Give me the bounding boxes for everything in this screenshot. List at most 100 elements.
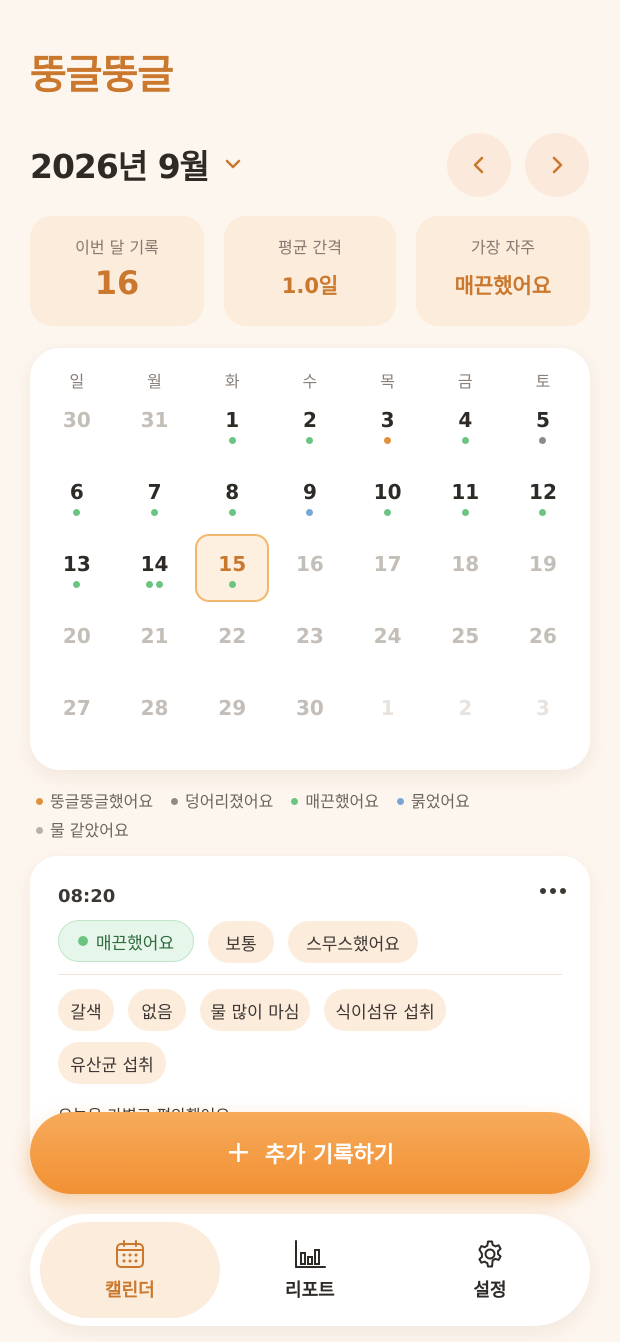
day-number: 20	[62, 624, 91, 648]
calendar-day[interactable]: 21	[116, 612, 194, 680]
record-dots	[228, 509, 236, 516]
day-number: 6	[69, 480, 84, 504]
calendar-day[interactable]: 26	[504, 612, 582, 680]
calendar-day[interactable]: 20	[38, 612, 116, 680]
chevron-down-icon[interactable]	[223, 154, 243, 174]
calendar-day[interactable]: 28	[116, 684, 194, 752]
day-number: 25	[451, 624, 480, 648]
legend-label: 덩어리졌어요	[185, 792, 274, 811]
weekday-label: 월	[147, 372, 162, 391]
entry-tag: 갈색	[58, 989, 114, 1031]
calendar-day[interactable]: 14	[116, 540, 194, 608]
legend-label: 묽었어요	[410, 792, 470, 811]
calendar-day[interactable]: 16	[271, 540, 349, 608]
record-dots	[306, 509, 314, 516]
calendar-icon	[116, 1240, 144, 1268]
stat-label: 가장 자주	[471, 238, 535, 257]
day-number: 3	[536, 696, 550, 720]
calendar-day[interactable]: 4	[426, 396, 504, 464]
day-number: 30	[62, 408, 91, 432]
month-title[interactable]: 2026년 9월	[30, 140, 210, 188]
app-title: 뚱글뚱글	[30, 52, 174, 98]
day-number: 2	[302, 408, 317, 432]
entry-time: 08:20	[58, 886, 116, 907]
weekday-label: 금	[457, 372, 473, 391]
calendar-day[interactable]: 5	[504, 396, 582, 464]
record-dot	[228, 437, 236, 444]
calendar-day[interactable]: 30	[271, 684, 349, 752]
day-number: 29	[218, 696, 247, 720]
weekday-header: 일 월 화 수 목 금 토	[38, 368, 582, 392]
calendar-day[interactable]: 9	[271, 468, 349, 536]
legend-label: 뚱글뚱글했어요	[50, 792, 154, 811]
entry-tag: 유산균 섭취	[58, 1042, 166, 1084]
calendar-day[interactable]: 3	[504, 684, 582, 752]
add-record-button[interactable]: + 추가 기록하기	[30, 1112, 590, 1194]
calendar-day[interactable]: 22	[193, 612, 271, 680]
calendar-day[interactable]: 1	[193, 396, 271, 464]
calendar-day[interactable]: 17	[349, 540, 427, 608]
record-dot	[228, 581, 236, 588]
record-dot	[73, 581, 81, 588]
tab-settings[interactable]: 설정	[400, 1222, 580, 1318]
day-number: 24	[373, 624, 402, 648]
calendar-day[interactable]: 29	[193, 684, 271, 752]
prev-month-button[interactable]	[447, 133, 511, 197]
record-dot	[384, 509, 392, 516]
day-number: 5	[536, 408, 550, 432]
calendar-day[interactable]: 24	[349, 612, 427, 680]
day-number: 17	[373, 552, 402, 576]
legend-dot	[396, 798, 404, 805]
add-record-label: 추가 기록하기	[265, 1143, 395, 1168]
tab-report[interactable]: 리포트	[220, 1222, 400, 1318]
more-icon[interactable]	[540, 888, 566, 894]
calendar-day[interactable]: 25	[426, 612, 504, 680]
calendar-day[interactable]: 12	[504, 468, 582, 536]
legend-dot	[36, 798, 43, 805]
day-number: 12	[529, 480, 557, 504]
record-dots	[539, 437, 547, 444]
stat-card-most-frequent: 가장 자주 매끈했어요	[416, 216, 590, 326]
calendar-day[interactable]: 27	[38, 684, 116, 752]
calendar-day[interactable]: 23	[271, 612, 349, 680]
calendar-day-today[interactable]: 15	[193, 534, 271, 608]
calendar-day[interactable]: 7	[116, 468, 194, 536]
legend-dot	[36, 827, 43, 834]
day-number: 15	[218, 552, 247, 576]
calendar-day[interactable]: 11	[426, 468, 504, 536]
calendar-day[interactable]: 6	[38, 468, 116, 536]
day-number: 18	[451, 552, 480, 576]
legend-item: 덩어리졌어요	[171, 788, 273, 815]
bar-chart-icon	[295, 1240, 326, 1268]
calendar-day[interactable]: 2	[271, 396, 349, 464]
stat-label: 평균 간격	[278, 238, 342, 257]
record-dot	[306, 437, 314, 444]
record-dot	[384, 437, 392, 444]
calendar-day[interactable]: 10	[349, 468, 427, 536]
entry-chip-consistency: 매끈했어요	[58, 920, 194, 962]
calendar-day[interactable]: 30	[38, 396, 116, 464]
tab-label: 설정	[473, 1280, 507, 1301]
month-selector[interactable]: 2026년 9월	[30, 140, 243, 188]
calendar-day[interactable]: 13	[38, 540, 116, 608]
record-dots	[228, 581, 236, 588]
calendar-day[interactable]: 18	[426, 540, 504, 608]
gear-icon	[478, 1240, 502, 1268]
calendar-day[interactable]: 31	[116, 396, 194, 464]
calendar-day[interactable]: 3	[349, 396, 427, 464]
calendar-day[interactable]: 2	[426, 684, 504, 752]
entry-tag: 없음	[128, 989, 186, 1031]
record-dot	[228, 509, 236, 516]
calendar: 일 월 화 수 목 금 토 30 31 1 2 3 4 5 6 7 8 9 10 11 12 13 14 15 1…	[30, 348, 590, 770]
status-dot	[77, 936, 88, 946]
next-month-button[interactable]	[525, 133, 589, 197]
day-number: 26	[529, 624, 557, 648]
record-dots	[73, 581, 81, 588]
calendar-day[interactable]: 1	[349, 684, 427, 752]
tab-calendar[interactable]: 캘린더	[40, 1222, 220, 1318]
calendar-day[interactable]: 8	[193, 468, 271, 536]
calendar-day[interactable]: 19	[504, 540, 582, 608]
legend-label: 물 같았어요	[50, 821, 129, 840]
day-number: 11	[451, 480, 480, 504]
calendar-week: 13 14 15 16 17 18 19	[38, 534, 582, 608]
